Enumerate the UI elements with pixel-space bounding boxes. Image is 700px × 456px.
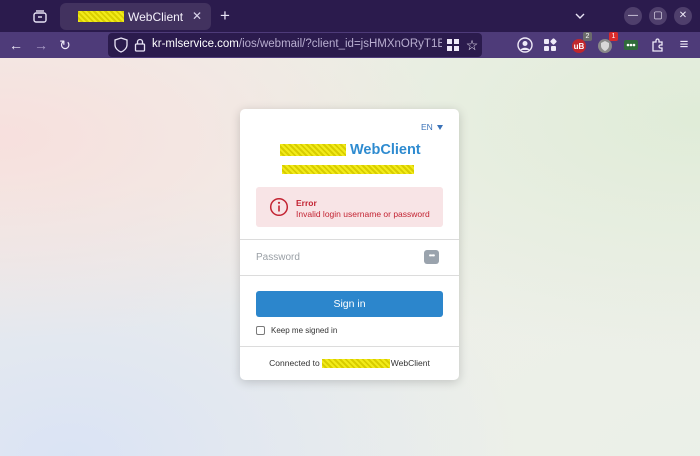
qr-grid-icon[interactable] <box>446 38 460 52</box>
back-button[interactable]: ← <box>6 35 26 55</box>
error-alert: Error Invalid login username or password <box>256 187 443 227</box>
caret-down-icon <box>436 124 443 130</box>
redacted-text <box>282 165 414 174</box>
keep-signed-in-checkbox[interactable] <box>256 325 265 335</box>
app-name: WebClient <box>350 142 421 158</box>
extension-badge: 2 <box>583 32 592 41</box>
reload-button[interactable]: ↻ <box>55 35 75 55</box>
login-card: EN WebClient Error Invalid login usernam… <box>240 109 459 380</box>
tab-close-icon[interactable]: ✕ <box>189 8 205 24</box>
login-title: WebClient <box>280 141 440 159</box>
tab-strip: WebClient ✕ + — ▢ ✕ <box>0 0 700 32</box>
url-host: kr-mlservice.com <box>152 38 239 50</box>
app-menu-icon[interactable]: ≡ <box>674 35 694 55</box>
navigation-toolbar: ← → ↻ kr-mlservice.com/ios/webmail/?clie… <box>0 32 700 58</box>
password-reveal-icon[interactable]: ••• <box>424 250 439 264</box>
divider <box>240 346 459 347</box>
redacted-text <box>78 11 124 22</box>
redacted-text <box>280 144 346 156</box>
sign-in-button[interactable]: Sign in <box>256 291 443 317</box>
maximize-button[interactable]: ▢ <box>649 7 667 25</box>
page-content: EN WebClient Error Invalid login usernam… <box>0 58 700 456</box>
error-message: Invalid login username or password <box>296 209 430 219</box>
tab-title: WebClient <box>128 9 184 24</box>
connection-footer: Connected to WebClient <box>240 357 459 369</box>
keep-signed-in-label[interactable]: Keep me signed in <box>271 326 337 335</box>
tabs-menu-chevron-icon[interactable] <box>571 7 589 25</box>
extension-adblock-icon[interactable]: uB 2 <box>570 32 592 54</box>
redacted-text <box>321 358 390 368</box>
extensions-grid-icon[interactable] <box>541 36 559 54</box>
bookmark-star-icon[interactable]: ☆ <box>464 36 480 54</box>
forward-button[interactable]: → <box>31 35 51 55</box>
language-label: EN <box>421 122 433 132</box>
minimize-button[interactable]: — <box>624 7 642 25</box>
close-window-button[interactable]: ✕ <box>674 7 692 25</box>
tab-list-icon[interactable] <box>30 7 50 25</box>
svg-text:uB: uB <box>574 42 585 51</box>
account-icon[interactable] <box>516 36 534 54</box>
new-tab-button[interactable]: + <box>216 6 234 26</box>
keep-signed-in-row[interactable]: Keep me signed in <box>256 324 337 336</box>
puzzle-icon[interactable] <box>649 36 667 54</box>
url-path: /ios/webmail/?client_id=jsHMXnORyT1BNf0 <box>238 38 442 50</box>
divider <box>240 275 459 276</box>
tracking-shield-icon[interactable] <box>114 37 128 53</box>
footer-prefix: Connected to <box>269 358 320 368</box>
extension-dots-icon[interactable] <box>622 36 640 54</box>
footer-suffix: WebClient <box>390 358 430 368</box>
error-info-icon <box>269 197 289 217</box>
active-tab[interactable]: WebClient ✕ <box>60 3 211 30</box>
password-input[interactable] <box>256 249 443 265</box>
error-title: Error <box>296 198 317 208</box>
extension-badge: 1 <box>609 32 618 41</box>
lock-icon[interactable] <box>134 37 146 53</box>
address-bar[interactable]: kr-mlservice.com/ios/webmail/?client_id=… <box>108 33 482 57</box>
language-selector[interactable]: EN <box>421 121 445 133</box>
extension-shield-icon[interactable]: 1 <box>596 32 618 54</box>
divider <box>240 239 459 240</box>
url-text[interactable]: kr-mlservice.com/ios/webmail/?client_id=… <box>152 38 442 52</box>
